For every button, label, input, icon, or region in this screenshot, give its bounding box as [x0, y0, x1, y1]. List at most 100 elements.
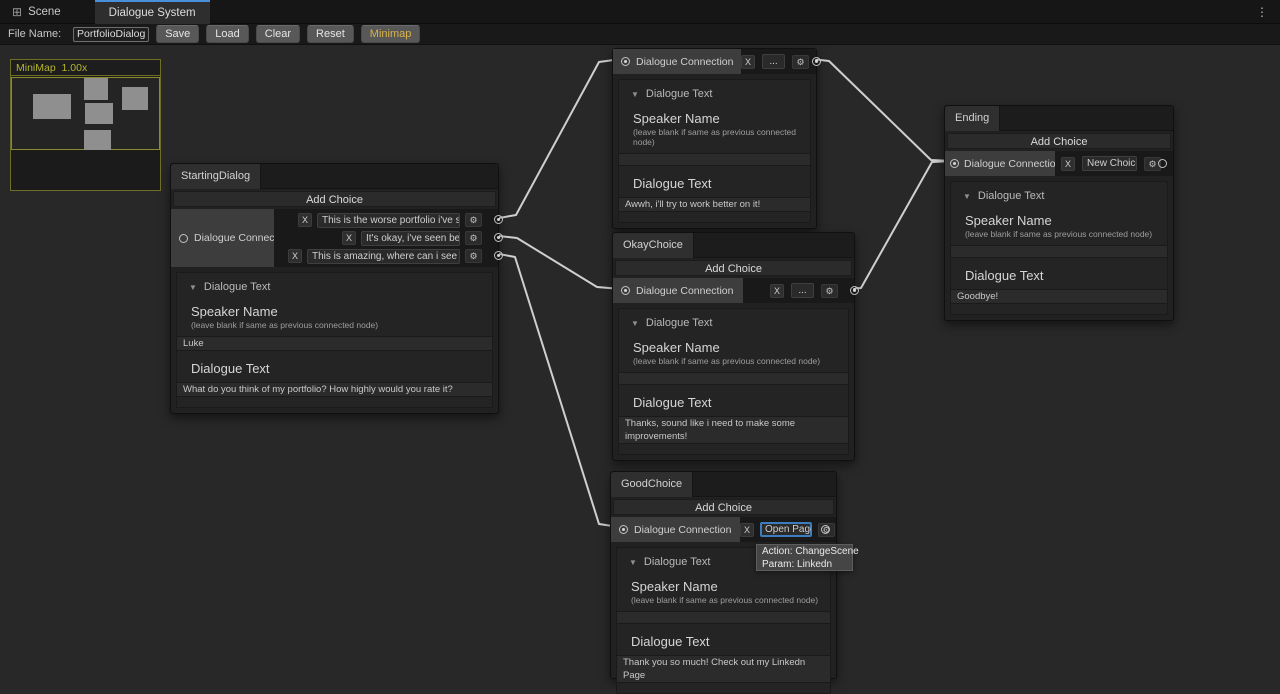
- choice-action-gear-icon[interactable]: ⚙: [792, 55, 809, 69]
- node-title[interactable]: OkayChoice: [613, 233, 694, 258]
- speaker-name-field[interactable]: [951, 245, 1167, 258]
- speaker-name-field[interactable]: [617, 611, 830, 624]
- speaker-name-label: Speaker Name: [191, 304, 492, 319]
- remove-choice-button[interactable]: X: [342, 231, 356, 245]
- dialogue-text-label: Dialogue Text: [191, 361, 492, 376]
- dialogue-text-foldout[interactable]: ▼ Dialogue Text: [177, 281, 492, 293]
- foldout-arrow-icon: ▼: [631, 319, 639, 328]
- dialogue-connection-header[interactable]: Dialogue Connection: [945, 151, 1055, 176]
- choice-text-field[interactable]: This is amazing, where can i see more!: [307, 249, 460, 264]
- speaker-name-field[interactable]: [619, 153, 810, 166]
- dialogue-text-foldout[interactable]: ▼ Dialogue Text: [619, 317, 848, 329]
- choice-text-field[interactable]: ...: [762, 54, 785, 69]
- input-port-icon[interactable]: [621, 286, 630, 295]
- node-good-choice[interactable]: GoodChoice Add Choice Dialogue Connectio…: [610, 471, 837, 679]
- node-body: ▼ Dialogue Text Speaker Name (leave blan…: [950, 181, 1168, 315]
- minimap-node-starting[interactable]: [33, 94, 71, 119]
- choice-action-gear-icon[interactable]: ⚙: [465, 231, 482, 245]
- output-port-icon[interactable]: [1158, 159, 1167, 168]
- input-port-icon[interactable]: [950, 159, 959, 168]
- input-port-icon[interactable]: [179, 234, 188, 243]
- choice-action-gear-icon[interactable]: ⚙: [465, 213, 482, 227]
- output-port-icon[interactable]: [494, 215, 503, 224]
- node-title[interactable]: StartingDialog: [171, 164, 261, 189]
- minimap-node-okay[interactable]: [85, 103, 113, 124]
- remove-choice-button[interactable]: X: [770, 284, 784, 298]
- output-port-icon[interactable]: [821, 525, 830, 534]
- clear-button[interactable]: Clear: [256, 25, 300, 43]
- grid-icon: ⊞: [12, 5, 22, 19]
- input-port-icon[interactable]: [619, 525, 628, 534]
- dialogue-text-field[interactable]: Thank you so much! Check out my Linkedn …: [617, 655, 830, 683]
- choice-text-field[interactable]: This is the worse portfolio i've seen: [317, 213, 460, 228]
- add-choice-button[interactable]: Add Choice: [947, 133, 1171, 149]
- add-choice-button[interactable]: Add Choice: [615, 260, 852, 276]
- node-okay-choice[interactable]: OkayChoice Add Choice Dialogue Connectio…: [612, 232, 855, 461]
- dialogue-text-foldout[interactable]: ▼ Dialogue Text: [951, 190, 1167, 202]
- node-title[interactable]: Ending: [945, 106, 1000, 131]
- connection-label: Dialogue Connection: [634, 524, 731, 536]
- scene-menu[interactable]: ⊞ Scene: [0, 0, 73, 24]
- minimap-toggle-button[interactable]: Minimap: [361, 25, 421, 43]
- output-port-icon[interactable]: [850, 286, 859, 295]
- node-bad-response[interactable]: Dialogue Connection X ... ⚙ ▼ Dialogue T…: [612, 48, 817, 229]
- choice-row: X It's okay, i've seen better ⚙: [274, 231, 498, 246]
- action-tooltip: Action: ChangeScene Param: Linkedn: [756, 544, 853, 571]
- minimap-node-good[interactable]: [84, 130, 111, 150]
- remove-choice-button[interactable]: X: [741, 55, 755, 69]
- dialogue-connection-header[interactable]: Dialogue Connection: [171, 209, 274, 267]
- reset-button[interactable]: Reset: [307, 25, 354, 43]
- node-ending[interactable]: Ending Add Choice Dialogue Connection X …: [944, 105, 1174, 321]
- speaker-name-field[interactable]: [619, 372, 848, 385]
- remove-choice-button[interactable]: X: [298, 213, 312, 227]
- choice-action-gear-icon[interactable]: ⚙: [821, 284, 838, 298]
- node-starting-dialog[interactable]: StartingDialog Add Choice Dialogue Conne…: [170, 163, 499, 414]
- remove-choice-button[interactable]: X: [1061, 157, 1075, 171]
- overflow-menu-icon[interactable]: ⋮: [1252, 5, 1272, 19]
- choice-text-field[interactable]: New Choice: [1082, 156, 1137, 171]
- file-toolbar: File Name: PortfolioDialog Save Load Cle…: [0, 24, 1280, 45]
- minimap-node-ending[interactable]: [122, 87, 148, 110]
- dialogue-connection-header[interactable]: Dialogue Connection: [613, 278, 743, 303]
- add-choice-button[interactable]: Add Choice: [173, 191, 496, 207]
- choice-action-gear-icon[interactable]: ⚙: [465, 249, 482, 263]
- tab-dialogue-system[interactable]: Dialogue System: [95, 0, 210, 24]
- minimap-panel[interactable]: MiniMap 1.00x: [10, 59, 161, 191]
- dialogue-text-field[interactable]: Goodbye!: [951, 289, 1167, 304]
- input-port-icon[interactable]: [621, 57, 630, 66]
- add-choice-button[interactable]: Add Choice: [613, 499, 834, 515]
- choice-text-field[interactable]: It's okay, i've seen better: [361, 231, 460, 246]
- foldout-label: Dialogue Text: [644, 556, 710, 568]
- dialogue-connection-header[interactable]: Dialogue Connection: [611, 517, 740, 542]
- edge-start-to-bad: [499, 59, 621, 218]
- output-port-icon[interactable]: [494, 251, 503, 260]
- speaker-hint: (leave blank if same as previous connect…: [633, 127, 810, 147]
- choice-text-field-focused[interactable]: Open Page: [760, 522, 812, 537]
- remove-choice-button[interactable]: X: [288, 249, 302, 263]
- node-body: ▼ Dialogue Text Speaker Name (leave blan…: [176, 272, 493, 408]
- load-button[interactable]: Load: [206, 25, 248, 43]
- connection-label: Dialogue Connection: [194, 232, 274, 244]
- output-port-icon[interactable]: [812, 57, 821, 66]
- connection-header: Dialogue Connection X New Choice ⚙: [945, 151, 1173, 176]
- choice-text-field[interactable]: ...: [791, 283, 814, 298]
- dialogue-connection-header[interactable]: Dialogue Connection: [613, 49, 741, 74]
- output-port-icon[interactable]: [494, 233, 503, 242]
- dialogue-tab-label: Dialogue System: [109, 7, 196, 19]
- file-name-input[interactable]: PortfolioDialog: [73, 27, 149, 42]
- minimap-node-bad[interactable]: [84, 78, 108, 100]
- dialogue-text-field[interactable]: What do you think of my portfolio? How h…: [177, 382, 492, 397]
- dialogue-text-field[interactable]: Thanks, sound like i need to make some i…: [619, 416, 848, 444]
- minimap-viewport[interactable]: [11, 77, 160, 150]
- dialogue-text-foldout[interactable]: ▼ Dialogue Text: [619, 88, 810, 100]
- speaker-name-field[interactable]: Luke: [177, 336, 492, 351]
- save-button[interactable]: Save: [156, 25, 199, 43]
- scene-label: Scene: [28, 6, 61, 18]
- remove-choice-button[interactable]: X: [740, 523, 754, 537]
- connection-section: Dialogue Connection X This is the worse …: [171, 209, 498, 267]
- dialogue-text-field[interactable]: Awwh, i'll try to work better on it!: [619, 197, 810, 212]
- node-title[interactable]: GoodChoice: [611, 472, 693, 497]
- dialogue-text-label: Dialogue Text: [631, 634, 830, 649]
- connection-header: Dialogue Connection X Open Page ⚙: [611, 517, 836, 542]
- connection-label: Dialogue Connection: [636, 285, 733, 297]
